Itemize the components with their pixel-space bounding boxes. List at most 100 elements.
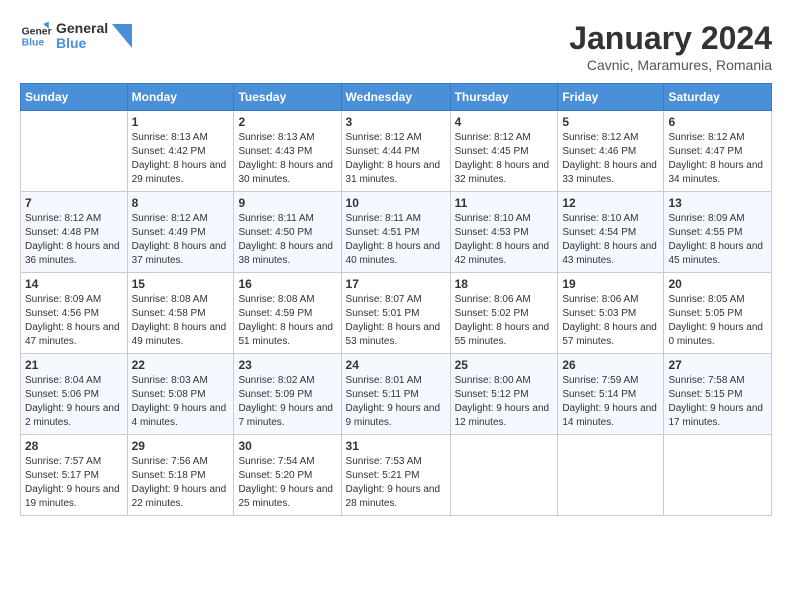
day-number: 2 — [238, 115, 336, 129]
calendar-cell: 8 Sunrise: 8:12 AMSunset: 4:49 PMDaylight… — [127, 192, 234, 273]
day-number: 12 — [562, 196, 659, 210]
svg-text:General: General — [22, 26, 52, 37]
cell-info: Sunrise: 8:03 AMSunset: 5:08 PMDaylight:… — [132, 374, 230, 430]
day-number: 10 — [346, 196, 446, 210]
day-number: 6 — [668, 115, 767, 129]
calendar-cell: 16 Sunrise: 8:08 AMSunset: 4:59 PMDayligh… — [234, 273, 341, 354]
calendar-cell: 24 Sunrise: 8:01 AMSunset: 5:11 PMDayligh… — [341, 354, 450, 435]
calendar-cell: 6 Sunrise: 8:12 AMSunset: 4:47 PMDaylight… — [664, 111, 772, 192]
day-number: 26 — [562, 358, 659, 372]
calendar-cell: 1Sunrise: 8:13 AMSunset: 4:42 PMDaylight… — [127, 111, 234, 192]
cell-info: Sunrise: 8:12 AMSunset: 4:46 PMDaylight:… — [562, 131, 659, 187]
calendar-cell: 9 Sunrise: 8:11 AMSunset: 4:50 PMDaylight… — [234, 192, 341, 273]
day-number: 15 — [132, 277, 230, 291]
cell-info: Sunrise: 8:11 AMSunset: 4:50 PMDaylight:… — [238, 212, 336, 268]
calendar-cell: 30 Sunrise: 7:54 AMSunset: 5:20 PMDayligh… — [234, 435, 341, 516]
calendar-cell: 31 Sunrise: 7:53 AMSunset: 5:21 PMDayligh… — [341, 435, 450, 516]
calendar-cell: 13 Sunrise: 8:09 AMSunset: 4:55 PMDayligh… — [664, 192, 772, 273]
day-number: 22 — [132, 358, 230, 372]
cell-info: Sunrise: 8:10 AMSunset: 4:53 PMDaylight:… — [455, 212, 554, 268]
calendar-cell: 23 Sunrise: 8:02 AMSunset: 5:09 PMDayligh… — [234, 354, 341, 435]
cell-info: Sunrise: 8:09 AMSunset: 4:56 PMDaylight:… — [25, 293, 123, 349]
calendar-cell — [21, 111, 128, 192]
cell-info: Sunrise: 8:13 AMSunset: 4:43 PMDaylight:… — [238, 131, 336, 187]
cell-info: Sunrise: 8:08 AMSunset: 4:58 PMDaylight:… — [132, 293, 230, 349]
day-number: 18 — [455, 277, 554, 291]
logo-icon: General Blue — [20, 20, 52, 52]
cell-info: Sunrise: 8:13 AMSunset: 4:42 PMDaylight:… — [132, 131, 230, 187]
day-number: 24 — [346, 358, 446, 372]
day-of-week-header: Sunday — [21, 84, 128, 111]
calendar-cell: 4Sunrise: 8:12 AMSunset: 4:45 PMDaylight… — [450, 111, 558, 192]
calendar-cell: 20 Sunrise: 8:05 AMSunset: 5:05 PMDayligh… — [664, 273, 772, 354]
day-number: 4 — [455, 115, 554, 129]
title-block: January 2024 Cavnic, Maramures, Romania — [569, 20, 772, 73]
calendar-cell: 19 Sunrise: 8:06 AMSunset: 5:03 PMDayligh… — [558, 273, 664, 354]
calendar-week-row: 28Sunrise: 7:57 AMSunset: 5:17 PMDayligh… — [21, 435, 772, 516]
logo: General Blue General Blue — [20, 20, 132, 52]
day-number: 7 — [25, 196, 123, 210]
day-number: 31 — [346, 439, 446, 453]
calendar-cell: 11 Sunrise: 8:10 AMSunset: 4:53 PMDayligh… — [450, 192, 558, 273]
day-of-week-header: Thursday — [450, 84, 558, 111]
cell-info: Sunrise: 8:09 AMSunset: 4:55 PMDaylight:… — [668, 212, 767, 268]
day-number: 8 — [132, 196, 230, 210]
day-number: 16 — [238, 277, 336, 291]
day-number: 19 — [562, 277, 659, 291]
calendar-week-row: 21Sunrise: 8:04 AMSunset: 5:06 PMDayligh… — [21, 354, 772, 435]
cell-info: Sunrise: 8:00 AMSunset: 5:12 PMDaylight:… — [455, 374, 554, 430]
cell-info: Sunrise: 7:58 AMSunset: 5:15 PMDaylight:… — [668, 374, 767, 430]
cell-info: Sunrise: 8:11 AMSunset: 4:51 PMDaylight:… — [346, 212, 446, 268]
calendar-cell: 12 Sunrise: 8:10 AMSunset: 4:54 PMDayligh… — [558, 192, 664, 273]
page-header: General Blue General Blue January 2024 C… — [20, 20, 772, 73]
cell-info: Sunrise: 8:12 AMSunset: 4:49 PMDaylight:… — [132, 212, 230, 268]
day-number: 30 — [238, 439, 336, 453]
calendar-cell: 2 Sunrise: 8:13 AMSunset: 4:43 PMDaylight… — [234, 111, 341, 192]
calendar-cell — [664, 435, 772, 516]
calendar-cell: 14Sunrise: 8:09 AMSunset: 4:56 PMDayligh… — [21, 273, 128, 354]
calendar-cell: 26Sunrise: 7:59 AMSunset: 5:14 PMDayligh… — [558, 354, 664, 435]
day-number: 28 — [25, 439, 123, 453]
cell-info: Sunrise: 8:01 AMSunset: 5:11 PMDaylight:… — [346, 374, 446, 430]
calendar-cell: 3Sunrise: 8:12 AMSunset: 4:44 PMDaylight… — [341, 111, 450, 192]
cell-info: Sunrise: 8:10 AMSunset: 4:54 PMDaylight:… — [562, 212, 659, 268]
calendar-week-row: 14Sunrise: 8:09 AMSunset: 4:56 PMDayligh… — [21, 273, 772, 354]
calendar-cell: 28Sunrise: 7:57 AMSunset: 5:17 PMDayligh… — [21, 435, 128, 516]
day-number: 20 — [668, 277, 767, 291]
calendar-cell — [450, 435, 558, 516]
calendar-cell: 21Sunrise: 8:04 AMSunset: 5:06 PMDayligh… — [21, 354, 128, 435]
calendar-cell: 10 Sunrise: 8:11 AMSunset: 4:51 PMDayligh… — [341, 192, 450, 273]
cell-info: Sunrise: 8:07 AMSunset: 5:01 PMDaylight:… — [346, 293, 446, 349]
cell-info: Sunrise: 8:12 AMSunset: 4:48 PMDaylight:… — [25, 212, 123, 268]
cell-info: Sunrise: 7:54 AMSunset: 5:20 PMDaylight:… — [238, 455, 336, 511]
cell-info: Sunrise: 7:53 AMSunset: 5:21 PMDaylight:… — [346, 455, 446, 511]
calendar-cell: 17 Sunrise: 8:07 AMSunset: 5:01 PMDayligh… — [341, 273, 450, 354]
day-of-week-header: Tuesday — [234, 84, 341, 111]
calendar-cell — [558, 435, 664, 516]
calendar-cell: 22 Sunrise: 8:03 AMSunset: 5:08 PMDayligh… — [127, 354, 234, 435]
day-number: 13 — [668, 196, 767, 210]
day-number: 27 — [668, 358, 767, 372]
day-number: 25 — [455, 358, 554, 372]
day-of-week-header: Saturday — [664, 84, 772, 111]
cell-info: Sunrise: 8:08 AMSunset: 4:59 PMDaylight:… — [238, 293, 336, 349]
cell-info: Sunrise: 8:05 AMSunset: 5:05 PMDaylight:… — [668, 293, 767, 349]
day-number: 9 — [238, 196, 336, 210]
day-number: 29 — [132, 439, 230, 453]
calendar-table: SundayMondayTuesdayWednesdayThursdayFrid… — [20, 83, 772, 516]
day-of-week-header: Friday — [558, 84, 664, 111]
day-of-week-header: Wednesday — [341, 84, 450, 111]
cell-info: Sunrise: 8:06 AMSunset: 5:03 PMDaylight:… — [562, 293, 659, 349]
calendar-week-row: 1Sunrise: 8:13 AMSunset: 4:42 PMDaylight… — [21, 111, 772, 192]
cell-info: Sunrise: 8:02 AMSunset: 5:09 PMDaylight:… — [238, 374, 336, 430]
svg-text:Blue: Blue — [22, 38, 45, 49]
calendar-cell: 27 Sunrise: 7:58 AMSunset: 5:15 PMDayligh… — [664, 354, 772, 435]
calendar-cell: 29 Sunrise: 7:56 AMSunset: 5:18 PMDayligh… — [127, 435, 234, 516]
logo-triangle-icon — [112, 24, 132, 48]
calendar-cell: 5Sunrise: 8:12 AMSunset: 4:46 PMDaylight… — [558, 111, 664, 192]
cell-info: Sunrise: 7:56 AMSunset: 5:18 PMDaylight:… — [132, 455, 230, 511]
day-number: 23 — [238, 358, 336, 372]
day-number: 17 — [346, 277, 446, 291]
cell-info: Sunrise: 8:12 AMSunset: 4:47 PMDaylight:… — [668, 131, 767, 187]
day-number: 11 — [455, 196, 554, 210]
